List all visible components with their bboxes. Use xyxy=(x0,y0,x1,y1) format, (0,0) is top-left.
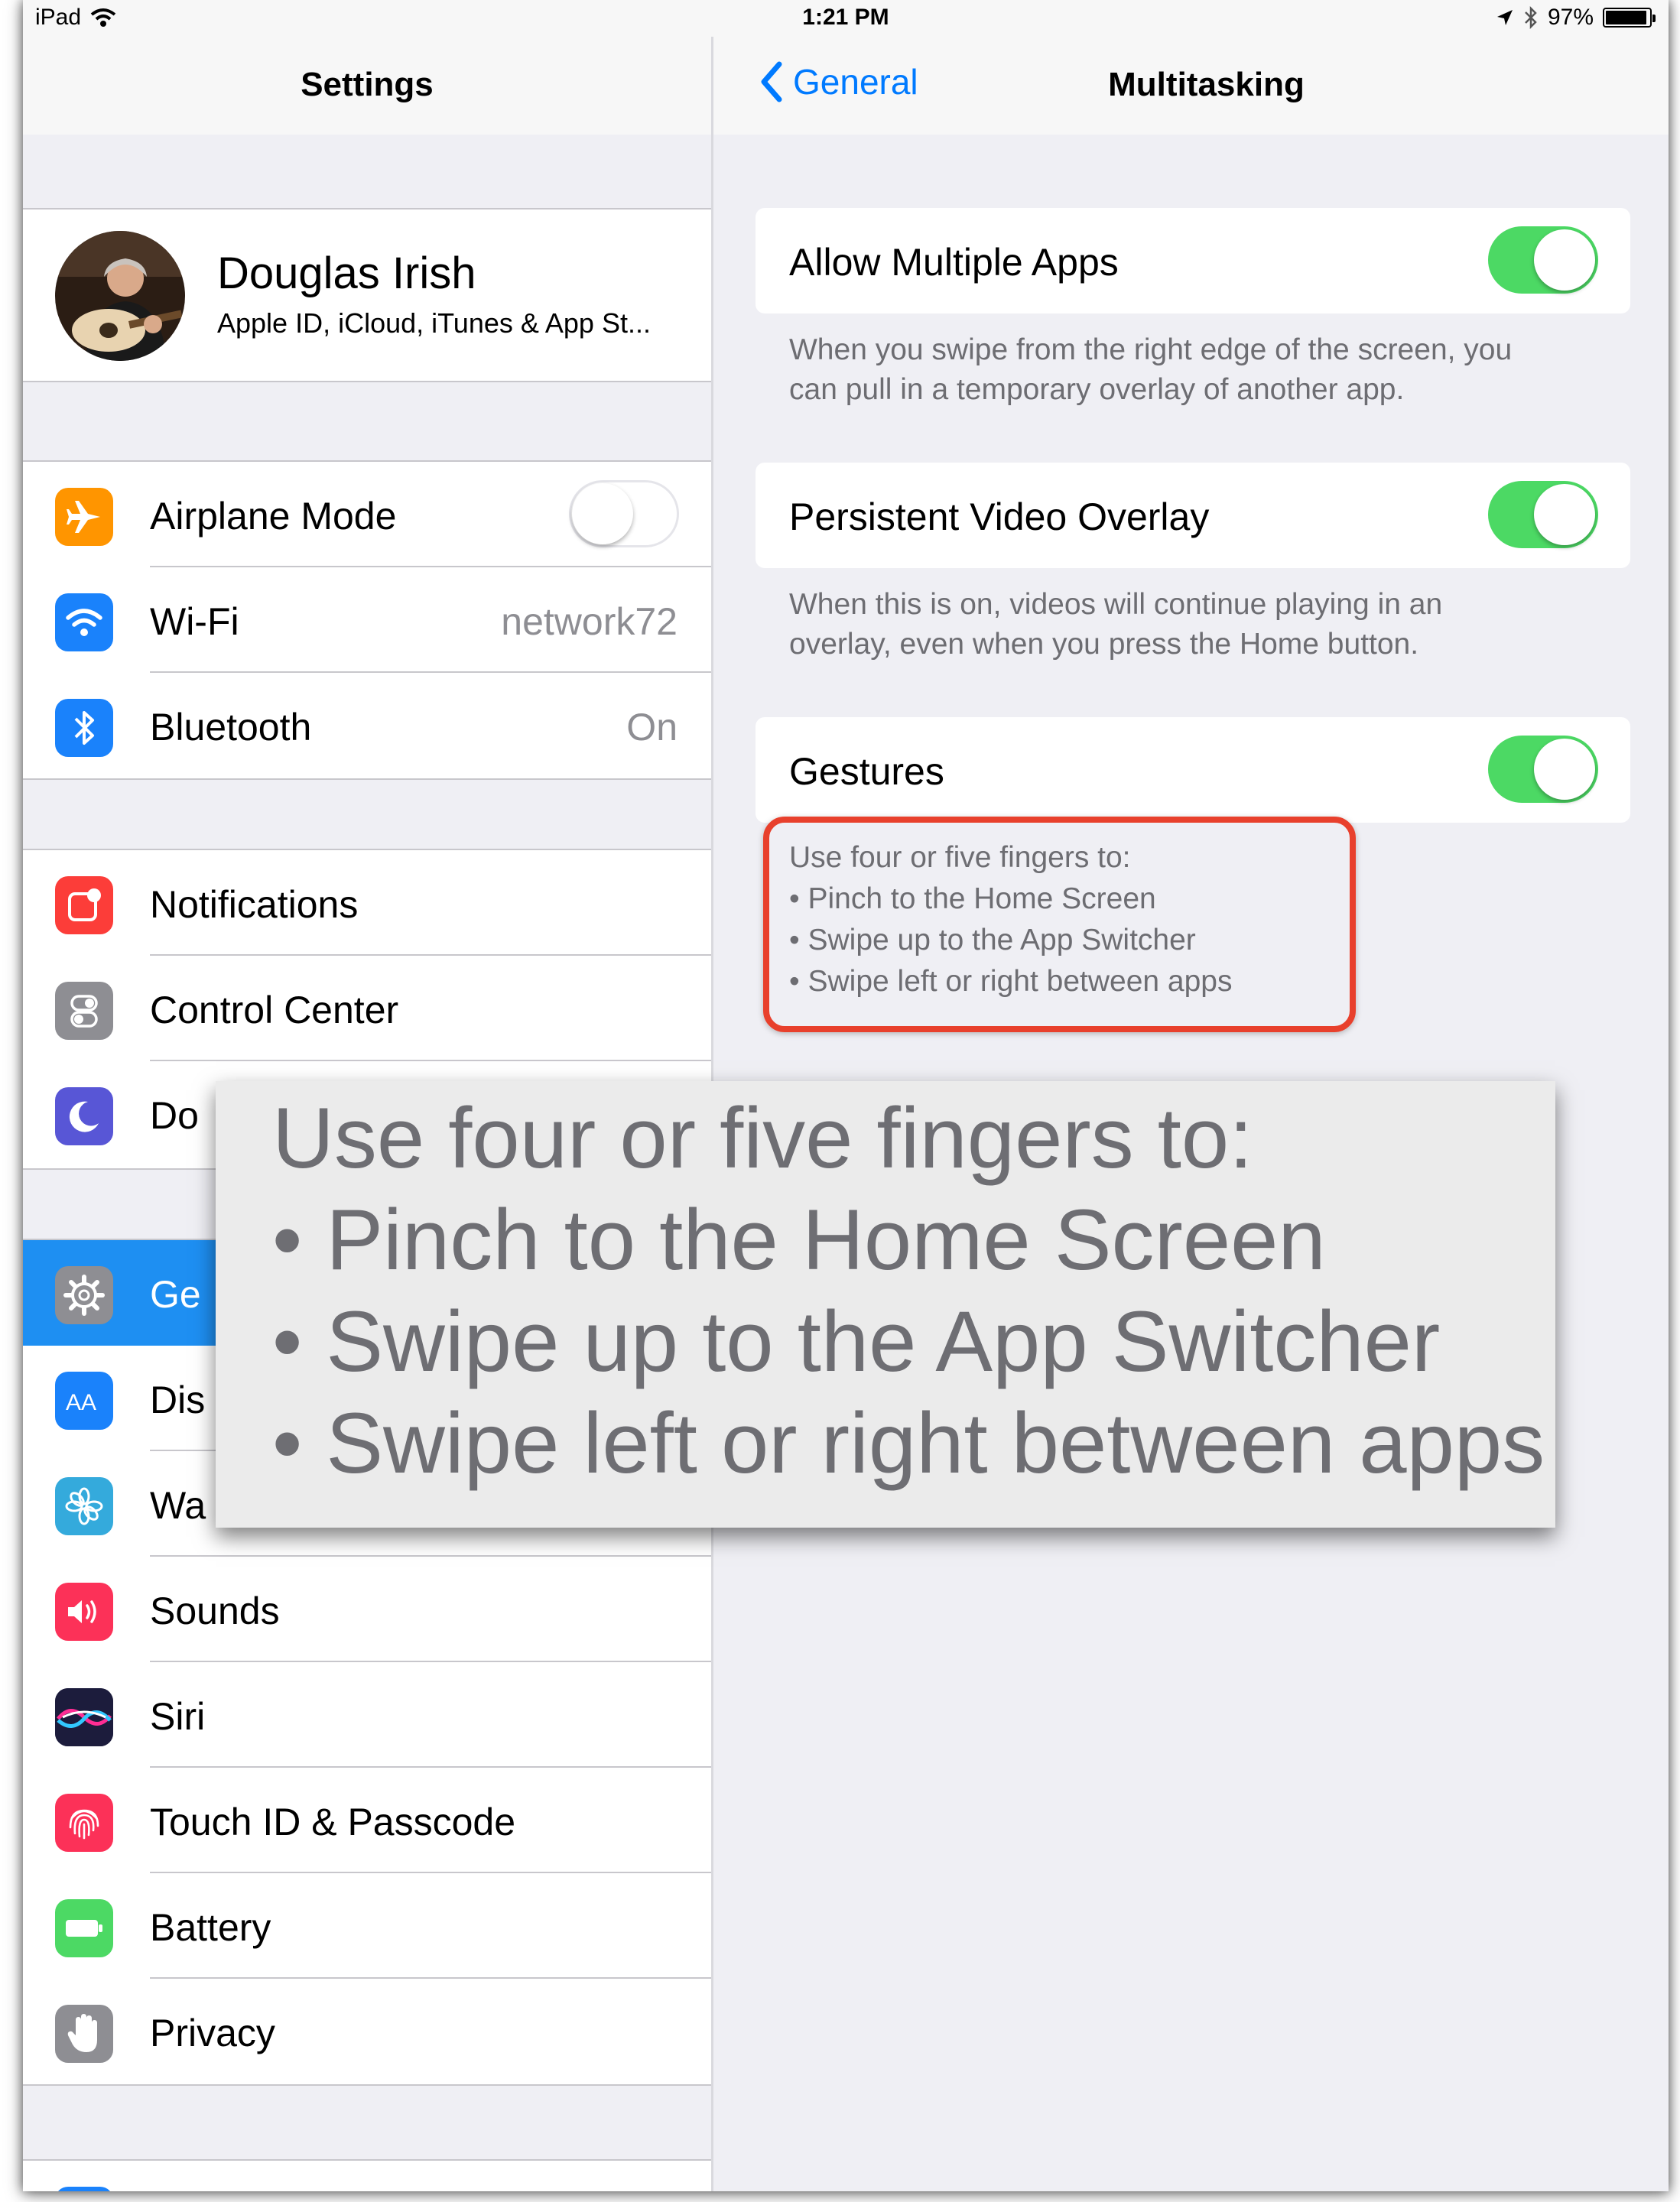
allow-multiple-apps-footer: When you swipe from the right edge of th… xyxy=(789,330,1630,410)
sidebar-item-battery[interactable]: Battery xyxy=(23,1873,711,1979)
zoom-callout: Use four or five fingers to: • Pinch to … xyxy=(216,1081,1555,1528)
battery-icon xyxy=(55,1899,113,1957)
footer-line: When you swipe from the right edge of th… xyxy=(789,333,1513,366)
hand-icon xyxy=(55,2005,113,2063)
allow-multiple-apps-label: Allow Multiple Apps xyxy=(789,241,1119,284)
sidebar-item-bluetooth[interactable]: Bluetooth On xyxy=(23,673,711,778)
fingerprint-icon xyxy=(55,1794,113,1852)
allow-multiple-apps-cell: Allow Multiple Apps xyxy=(756,208,1630,313)
location-icon xyxy=(1496,10,1513,25)
sidebar-item-airplane-mode[interactable]: Airplane Mode xyxy=(23,462,711,567)
apple-id-row[interactable]: Douglas Irish Apple ID, iCloud, iTunes &… xyxy=(23,208,711,382)
sidebar-item-siri[interactable]: Siri xyxy=(23,1662,711,1768)
airplane-mode-toggle[interactable] xyxy=(569,480,679,547)
allow-multiple-apps-toggle[interactable] xyxy=(1488,226,1598,294)
bluetooth-icon xyxy=(55,699,113,757)
profile-subtitle: Apple ID, iCloud, iTunes & App St... xyxy=(217,307,651,339)
wallpaper-label: Wa xyxy=(150,1484,206,1527)
callout-line: Use four or five fingers to: xyxy=(272,1090,1253,1186)
status-bar: iPad 1:21 PM 97% xyxy=(23,0,1669,37)
persistent-video-overlay-label: Persistent Video Overlay xyxy=(789,495,1210,538)
sidebar-item-privacy[interactable]: Privacy xyxy=(23,1979,711,2084)
sounds-label: Sounds xyxy=(150,1590,280,1632)
wifi-label: Wi-Fi xyxy=(150,600,239,643)
control-center-label: Control Center xyxy=(150,989,399,1031)
touch-id-label: Touch ID & Passcode xyxy=(150,1801,516,1843)
multitasking-nav-bar: General Multitasking xyxy=(713,37,1669,135)
privacy-label: Privacy xyxy=(150,2012,275,2054)
moon-icon xyxy=(55,1087,113,1145)
battery-status-icon xyxy=(1603,8,1656,28)
callout-line: • Pinch to the Home Screen xyxy=(272,1192,1326,1288)
status-right: 97% xyxy=(1496,5,1656,31)
ipad-screen: iPad 1:21 PM 97% Settings General Multit… xyxy=(23,0,1669,2191)
general-label: Ge xyxy=(150,1273,201,1316)
siri-icon xyxy=(55,1688,113,1746)
control-center-icon xyxy=(55,982,113,1040)
sidebar-item-wifi[interactable]: Wi-Fi network72 xyxy=(23,567,711,673)
footer-line: overlay, even when you press the Home bu… xyxy=(789,628,1419,661)
gestures-toggle[interactable] xyxy=(1488,736,1598,803)
connectivity-group: Airplane Mode Wi-Fi network72 Bluetooth … xyxy=(23,460,711,780)
airplane-icon xyxy=(55,488,113,546)
do-not-disturb-label: Do xyxy=(150,1094,199,1137)
display-icon: AA xyxy=(55,1372,113,1430)
settings-title: Settings xyxy=(301,66,434,103)
highlight-box xyxy=(763,817,1356,1032)
siri-label: Siri xyxy=(150,1695,206,1738)
persistent-video-overlay-footer: When this is on, videos will continue pl… xyxy=(789,585,1630,664)
bluetooth-status-icon xyxy=(1525,6,1537,29)
gestures-label: Gestures xyxy=(789,750,944,793)
callout-line: • Swipe up to the App Switcher xyxy=(272,1294,1441,1389)
sounds-icon xyxy=(55,1583,113,1641)
notifications-icon xyxy=(55,876,113,934)
gear-icon xyxy=(55,1266,113,1324)
footer-line: can pull in a temporary overlay of anoth… xyxy=(789,373,1405,406)
store-group xyxy=(23,2159,711,2191)
gestures-cell: Gestures xyxy=(756,717,1630,823)
display-label: Dis xyxy=(150,1379,206,1421)
multitasking-title: Multitasking xyxy=(1108,66,1305,103)
sidebar-item-control-center[interactable]: Control Center xyxy=(23,956,711,1061)
svg-text:AA: AA xyxy=(66,1390,96,1415)
wifi-icon xyxy=(55,593,113,651)
wallpaper-icon xyxy=(55,1477,113,1535)
app-store-icon xyxy=(55,2187,113,2191)
profile-name: Douglas Irish xyxy=(217,248,476,298)
battery-label: Battery xyxy=(150,1906,271,1949)
battery-percent: 97% xyxy=(1547,5,1594,30)
persistent-video-overlay-cell: Persistent Video Overlay xyxy=(756,463,1630,568)
notifications-label: Notifications xyxy=(150,883,359,926)
avatar xyxy=(55,231,185,361)
bluetooth-value: On xyxy=(626,706,678,749)
bluetooth-label: Bluetooth xyxy=(150,706,312,749)
footer-line: When this is on, videos will continue pl… xyxy=(789,588,1443,621)
airplane-mode-label: Airplane Mode xyxy=(150,495,397,538)
settings-nav-bar: Settings xyxy=(23,37,711,135)
wifi-network-value: network72 xyxy=(501,600,678,643)
status-time: 1:21 PM xyxy=(802,5,889,30)
sidebar-item-sounds[interactable]: Sounds xyxy=(23,1557,711,1662)
sidebar-item-notifications[interactable]: Notifications xyxy=(23,850,711,956)
sidebar-item-touch-id[interactable]: Touch ID & Passcode xyxy=(23,1768,711,1873)
persistent-video-overlay-toggle[interactable] xyxy=(1488,481,1598,548)
callout-line: • Swipe left or right between apps xyxy=(272,1395,1545,1491)
